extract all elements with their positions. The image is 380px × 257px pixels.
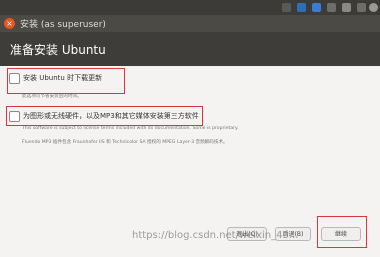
volume-icon[interactable] xyxy=(357,3,366,12)
third-party-mp3-text: Fluendo MP3 插件包含 Fraunhofer IIS 和 Techni… xyxy=(22,140,228,145)
keyboard-icon[interactable] xyxy=(282,3,291,12)
network-icon[interactable] xyxy=(297,3,306,12)
highlight-box-continue xyxy=(317,216,367,248)
system-top-panel xyxy=(0,0,380,15)
main-content: 安装 Ubuntu 时下载更新 此选项可节省安装后的时间。 为图形或无线硬件，以… xyxy=(0,66,380,257)
highlight-box-updates xyxy=(7,68,125,94)
blog-watermark: https://blog.csdn.net/weixin_43... xyxy=(132,230,299,241)
page-header: 准备安装 Ubuntu xyxy=(0,32,380,66)
third-party-license-text: This software is subject to license term… xyxy=(22,126,239,131)
close-icon[interactable]: × xyxy=(4,18,15,29)
window-title: 安装 (as superuser) xyxy=(20,20,106,30)
bluetooth-icon[interactable] xyxy=(312,3,321,12)
highlight-box-third-party xyxy=(6,106,203,126)
installer-window: × 安装 (as superuser) 准备安装 Ubuntu 安装 Ubunt… xyxy=(0,0,380,257)
input-method-icon[interactable] xyxy=(342,3,351,12)
window-titlebar: × 安装 (as superuser) xyxy=(0,15,380,32)
page-title: 准备安装 Ubuntu xyxy=(10,43,106,57)
wifi-icon[interactable] xyxy=(327,3,336,12)
gear-icon[interactable] xyxy=(369,3,378,12)
